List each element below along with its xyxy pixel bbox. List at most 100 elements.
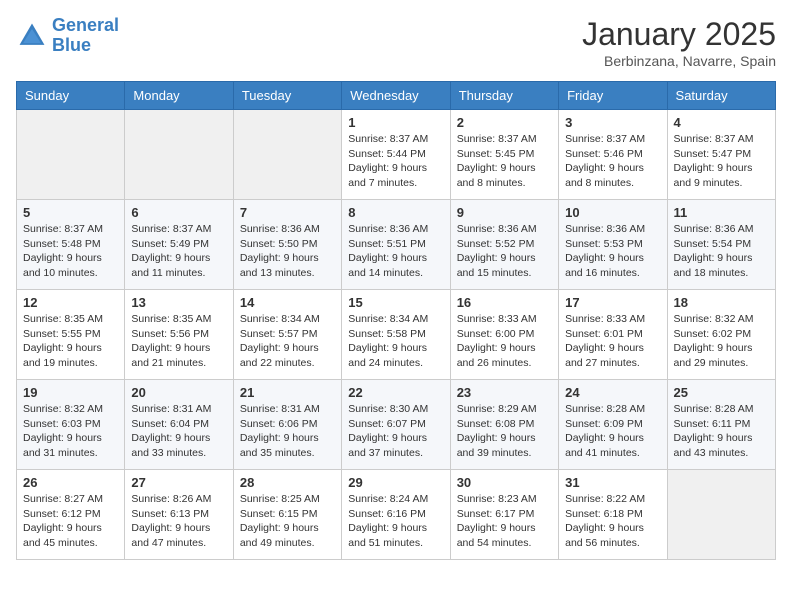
day-number: 30 [457, 475, 552, 490]
day-info: Sunrise: 8:37 AM Sunset: 5:49 PM Dayligh… [131, 222, 226, 281]
calendar-cell: 28 Sunrise: 8:25 AM Sunset: 6:15 PM Dayli… [233, 470, 341, 560]
day-info: Sunrise: 8:22 AM Sunset: 6:18 PM Dayligh… [565, 492, 660, 551]
day-info: Sunrise: 8:29 AM Sunset: 6:08 PM Dayligh… [457, 402, 552, 461]
day-info: Sunrise: 8:25 AM Sunset: 6:15 PM Dayligh… [240, 492, 335, 551]
calendar-cell: 17 Sunrise: 8:33 AM Sunset: 6:01 PM Dayli… [559, 290, 667, 380]
day-number: 16 [457, 295, 552, 310]
day-number: 3 [565, 115, 660, 130]
calendar-cell: 1 Sunrise: 8:37 AM Sunset: 5:44 PM Daylig… [342, 110, 450, 200]
calendar-week-row: 1 Sunrise: 8:37 AM Sunset: 5:44 PM Daylig… [17, 110, 776, 200]
calendar-cell: 19 Sunrise: 8:32 AM Sunset: 6:03 PM Dayli… [17, 380, 125, 470]
location: Berbinzana, Navarre, Spain [582, 53, 776, 69]
day-info: Sunrise: 8:33 AM Sunset: 6:00 PM Dayligh… [457, 312, 552, 371]
day-number: 27 [131, 475, 226, 490]
calendar-cell: 31 Sunrise: 8:22 AM Sunset: 6:18 PM Dayli… [559, 470, 667, 560]
day-info: Sunrise: 8:37 AM Sunset: 5:46 PM Dayligh… [565, 132, 660, 191]
calendar-cell [125, 110, 233, 200]
calendar-cell: 10 Sunrise: 8:36 AM Sunset: 5:53 PM Dayli… [559, 200, 667, 290]
calendar-cell: 15 Sunrise: 8:34 AM Sunset: 5:58 PM Dayli… [342, 290, 450, 380]
calendar-week-row: 12 Sunrise: 8:35 AM Sunset: 5:55 PM Dayli… [17, 290, 776, 380]
day-info: Sunrise: 8:30 AM Sunset: 6:07 PM Dayligh… [348, 402, 443, 461]
day-info: Sunrise: 8:27 AM Sunset: 6:12 PM Dayligh… [23, 492, 118, 551]
logo-line2: Blue [52, 35, 91, 55]
calendar-cell: 8Sunrise: 8:36 AM Sunset: 5:51 PM Daylig… [342, 200, 450, 290]
calendar-table: SundayMondayTuesdayWednesdayThursdayFrid… [16, 81, 776, 560]
calendar-cell: 11Sunrise: 8:36 AM Sunset: 5:54 PM Dayli… [667, 200, 775, 290]
weekday-header-friday: Friday [559, 82, 667, 110]
calendar-cell: 25Sunrise: 8:28 AM Sunset: 6:11 PM Dayli… [667, 380, 775, 470]
day-number: 2 [457, 115, 552, 130]
weekday-header-saturday: Saturday [667, 82, 775, 110]
day-number: 21 [240, 385, 335, 400]
calendar-cell: 24Sunrise: 8:28 AM Sunset: 6:09 PM Dayli… [559, 380, 667, 470]
day-number: 4 [674, 115, 769, 130]
weekday-header-row: SundayMondayTuesdayWednesdayThursdayFrid… [17, 82, 776, 110]
weekday-header-sunday: Sunday [17, 82, 125, 110]
day-number: 17 [565, 295, 660, 310]
calendar-cell: 3 Sunrise: 8:37 AM Sunset: 5:46 PM Daylig… [559, 110, 667, 200]
logo: General Blue [16, 16, 119, 56]
day-number: 23 [457, 385, 552, 400]
day-number: 22 [348, 385, 443, 400]
calendar-cell [17, 110, 125, 200]
calendar-week-row: 26 Sunrise: 8:27 AM Sunset: 6:12 PM Dayli… [17, 470, 776, 560]
calendar-week-row: 19 Sunrise: 8:32 AM Sunset: 6:03 PM Dayli… [17, 380, 776, 470]
weekday-header-wednesday: Wednesday [342, 82, 450, 110]
day-number: 9 [457, 205, 552, 220]
calendar-cell: 5 Sunrise: 8:37 AM Sunset: 5:48 PM Daylig… [17, 200, 125, 290]
calendar-cell: 2 Sunrise: 8:37 AM Sunset: 5:45 PM Daylig… [450, 110, 558, 200]
calendar-cell: 23 Sunrise: 8:29 AM Sunset: 6:08 PM Dayli… [450, 380, 558, 470]
day-info: Sunrise: 8:36 AM Sunset: 5:53 PM Dayligh… [565, 222, 660, 281]
day-info: Sunrise: 8:28 AM Sunset: 6:09 PM Dayligh… [565, 402, 660, 461]
day-info: Sunrise: 8:37 AM Sunset: 5:48 PM Dayligh… [23, 222, 118, 281]
day-number: 5 [23, 205, 118, 220]
day-info: Sunrise: 8:35 AM Sunset: 5:56 PM Dayligh… [131, 312, 226, 371]
day-number: 28 [240, 475, 335, 490]
day-info: Sunrise: 8:37 AM Sunset: 5:44 PM Dayligh… [348, 132, 443, 191]
day-number: 7 [240, 205, 335, 220]
day-info: Sunrise: 8:36 AM Sunset: 5:52 PM Dayligh… [457, 222, 552, 281]
day-number: 10 [565, 205, 660, 220]
calendar-cell: 4Sunrise: 8:37 AM Sunset: 5:47 PM Daylig… [667, 110, 775, 200]
weekday-header-monday: Monday [125, 82, 233, 110]
day-info: Sunrise: 8:28 AM Sunset: 6:11 PM Dayligh… [674, 402, 769, 461]
logo-icon [16, 20, 48, 52]
day-number: 12 [23, 295, 118, 310]
calendar-cell: 22 Sunrise: 8:30 AM Sunset: 6:07 PM Dayli… [342, 380, 450, 470]
day-number: 6 [131, 205, 226, 220]
calendar-week-row: 5 Sunrise: 8:37 AM Sunset: 5:48 PM Daylig… [17, 200, 776, 290]
month-title: January 2025 [582, 16, 776, 53]
day-info: Sunrise: 8:36 AM Sunset: 5:51 PM Dayligh… [348, 222, 443, 281]
day-info: Sunrise: 8:37 AM Sunset: 5:45 PM Dayligh… [457, 132, 552, 191]
day-info: Sunrise: 8:34 AM Sunset: 5:57 PM Dayligh… [240, 312, 335, 371]
calendar-cell [233, 110, 341, 200]
day-info: Sunrise: 8:35 AM Sunset: 5:55 PM Dayligh… [23, 312, 118, 371]
day-info: Sunrise: 8:33 AM Sunset: 6:01 PM Dayligh… [565, 312, 660, 371]
day-info: Sunrise: 8:32 AM Sunset: 6:02 PM Dayligh… [674, 312, 769, 371]
logo-text: General Blue [52, 16, 119, 56]
day-info: Sunrise: 8:34 AM Sunset: 5:58 PM Dayligh… [348, 312, 443, 371]
calendar-cell: 21Sunrise: 8:31 AM Sunset: 6:06 PM Dayli… [233, 380, 341, 470]
day-info: Sunrise: 8:36 AM Sunset: 5:54 PM Dayligh… [674, 222, 769, 281]
day-number: 20 [131, 385, 226, 400]
title-block: January 2025 Berbinzana, Navarre, Spain [582, 16, 776, 69]
day-number: 15 [348, 295, 443, 310]
day-number: 19 [23, 385, 118, 400]
calendar-cell: 26 Sunrise: 8:27 AM Sunset: 6:12 PM Dayli… [17, 470, 125, 560]
day-info: Sunrise: 8:32 AM Sunset: 6:03 PM Dayligh… [23, 402, 118, 461]
calendar-cell [667, 470, 775, 560]
calendar-cell: 13Sunrise: 8:35 AM Sunset: 5:56 PM Dayli… [125, 290, 233, 380]
calendar-cell: 30Sunrise: 8:23 AM Sunset: 6:17 PM Dayli… [450, 470, 558, 560]
calendar-cell: 29Sunrise: 8:24 AM Sunset: 6:16 PM Dayli… [342, 470, 450, 560]
day-number: 26 [23, 475, 118, 490]
calendar-cell: 7Sunrise: 8:36 AM Sunset: 5:50 PM Daylig… [233, 200, 341, 290]
day-number: 1 [348, 115, 443, 130]
day-number: 18 [674, 295, 769, 310]
day-number: 31 [565, 475, 660, 490]
day-number: 29 [348, 475, 443, 490]
day-info: Sunrise: 8:31 AM Sunset: 6:04 PM Dayligh… [131, 402, 226, 461]
day-info: Sunrise: 8:26 AM Sunset: 6:13 PM Dayligh… [131, 492, 226, 551]
calendar-cell: 27 Sunrise: 8:26 AM Sunset: 6:13 PM Dayli… [125, 470, 233, 560]
calendar-cell: 9 Sunrise: 8:36 AM Sunset: 5:52 PM Daylig… [450, 200, 558, 290]
calendar-cell: 20 Sunrise: 8:31 AM Sunset: 6:04 PM Dayli… [125, 380, 233, 470]
